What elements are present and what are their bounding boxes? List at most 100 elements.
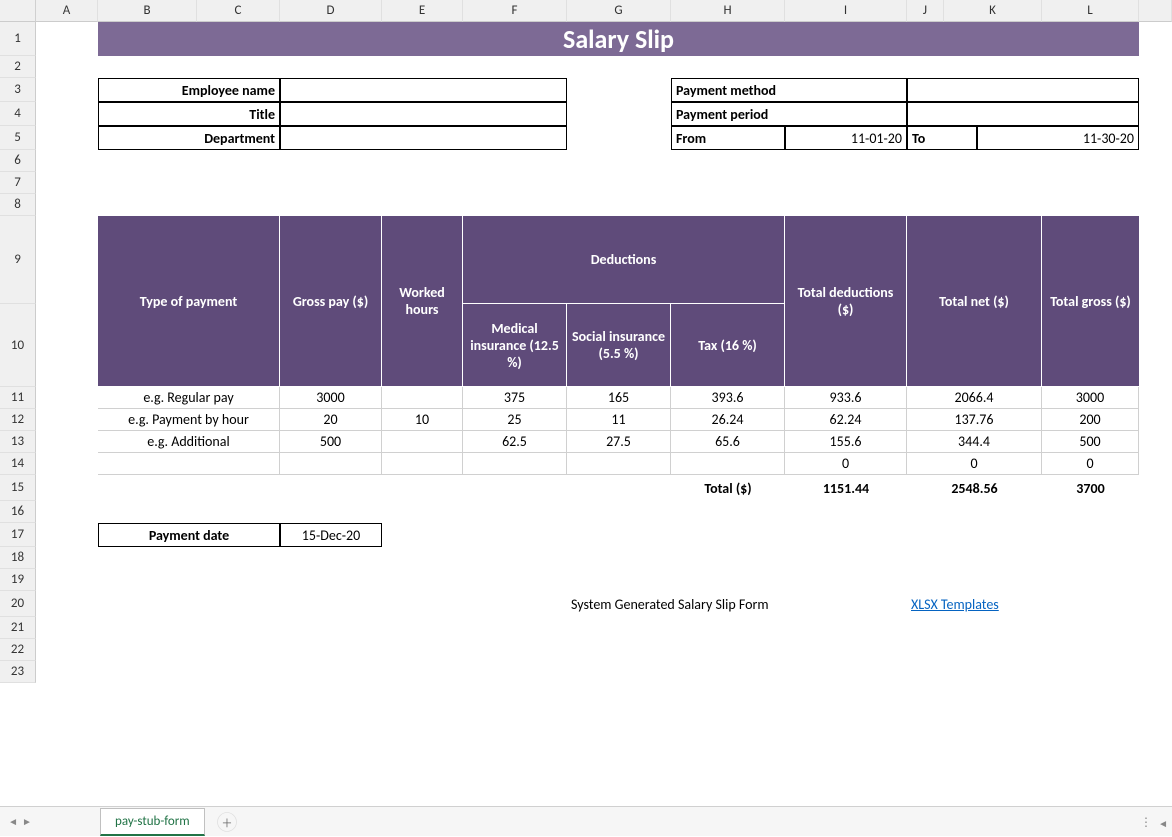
- row-header-5[interactable]: 5: [0, 126, 36, 150]
- col-header-G[interactable]: G: [567, 0, 671, 22]
- cell-type-row3[interactable]: e.g. Additional: [98, 431, 280, 453]
- row-header-15[interactable]: 15: [0, 475, 36, 501]
- cell-tax-row1[interactable]: 393.6: [671, 387, 785, 409]
- col-header-A[interactable]: A: [36, 0, 98, 22]
- row-header-23[interactable]: 23: [0, 661, 36, 683]
- tab-pay-stub-form[interactable]: pay-stub-form: [100, 808, 205, 836]
- cell-tded-row4[interactable]: 0: [785, 453, 907, 475]
- row-header-12[interactable]: 12: [0, 409, 36, 431]
- row-header-10[interactable]: 10: [0, 304, 36, 387]
- row-header-6[interactable]: 6: [0, 150, 36, 172]
- col-header-H[interactable]: H: [671, 0, 785, 22]
- cell-gross-row2[interactable]: 20: [280, 409, 382, 431]
- header-total-net: Total net ($): [907, 216, 1042, 387]
- employee-title-value[interactable]: [280, 102, 567, 126]
- cell-gross-row3[interactable]: 500: [280, 431, 382, 453]
- cell-tgross-row1[interactable]: 3000: [1042, 387, 1139, 409]
- cell-tnet-row1[interactable]: 2066.4: [907, 387, 1042, 409]
- row-header-3[interactable]: 3: [0, 78, 36, 102]
- cell-soc-row4[interactable]: [567, 453, 671, 475]
- cell-med-row4[interactable]: [463, 453, 567, 475]
- col-header-F[interactable]: F: [463, 0, 567, 22]
- row-header-16[interactable]: 16: [0, 501, 36, 523]
- cell-tnet-row4[interactable]: 0: [907, 453, 1042, 475]
- chevron-right-icon[interactable]: ►: [22, 815, 32, 828]
- payment-method-value[interactable]: [907, 78, 1139, 102]
- row-header-1[interactable]: 1: [0, 22, 36, 56]
- cell-soc-row2[interactable]: 11: [567, 409, 671, 431]
- from-value[interactable]: 11-01-20: [785, 126, 907, 150]
- employee-name-label: Employee name: [98, 78, 280, 102]
- cell-soc-row1[interactable]: 165: [567, 387, 671, 409]
- cell-type-row4[interactable]: [98, 453, 280, 475]
- total-gross: 3700: [1042, 475, 1139, 501]
- sheet-content[interactable]: Salary Slip Employee name Title Departme…: [36, 22, 1172, 806]
- total-label: Total ($): [671, 475, 785, 501]
- chevron-left-icon[interactable]: ◄: [8, 815, 18, 828]
- row-header-2[interactable]: 2: [0, 56, 36, 78]
- header-medical: Medical insurance (12.5 %): [463, 304, 567, 387]
- cell-tax-row2[interactable]: 26.24: [671, 409, 785, 431]
- col-header-E[interactable]: E: [382, 0, 463, 22]
- row-header-19[interactable]: 19: [0, 569, 36, 591]
- cell-tded-row1[interactable]: 933.6: [785, 387, 907, 409]
- cell-type-row2[interactable]: e.g. Payment by hour: [98, 409, 280, 431]
- row-header-7[interactable]: 7: [0, 172, 36, 194]
- employee-dept-value[interactable]: [280, 126, 567, 150]
- row-header-13[interactable]: 13: [0, 431, 36, 453]
- cell-type-row1[interactable]: e.g. Regular pay: [98, 387, 280, 409]
- row-header-9[interactable]: 9: [0, 216, 36, 304]
- add-sheet-button[interactable]: ＋: [217, 812, 237, 832]
- to-label: To: [907, 126, 977, 150]
- row-header-18[interactable]: 18: [0, 547, 36, 569]
- payment-period-label: Payment period: [671, 102, 907, 126]
- cell-hours-row4[interactable]: [382, 453, 463, 475]
- col-header-K[interactable]: K: [944, 0, 1042, 22]
- col-header-partial[interactable]: [1139, 0, 1172, 22]
- col-header-D[interactable]: D: [280, 0, 382, 22]
- cell-soc-row3[interactable]: 27.5: [567, 431, 671, 453]
- employee-name-value[interactable]: [280, 78, 567, 102]
- col-header-J[interactable]: J: [907, 0, 944, 22]
- scroll-right-icon[interactable]: ◄: [1158, 817, 1168, 830]
- cell-med-row1[interactable]: 375: [463, 387, 567, 409]
- row-header-20[interactable]: 20: [0, 591, 36, 617]
- cell-tgross-row4[interactable]: 0: [1042, 453, 1139, 475]
- col-header-I[interactable]: I: [785, 0, 907, 22]
- cell-tax-row4[interactable]: [671, 453, 785, 475]
- cell-hours-row1[interactable]: [382, 387, 463, 409]
- select-all-corner[interactable]: [0, 0, 36, 22]
- cell-gross-row4[interactable]: [280, 453, 382, 475]
- row-header-8[interactable]: 8: [0, 194, 36, 216]
- row-header-21[interactable]: 21: [0, 617, 36, 639]
- cell-tgross-row3[interactable]: 500: [1042, 431, 1139, 453]
- cell-tnet-row2[interactable]: 137.76: [907, 409, 1042, 431]
- total-ded: 1151.44: [785, 475, 907, 501]
- col-header-L[interactable]: L: [1042, 0, 1139, 22]
- cell-med-row2[interactable]: 25: [463, 409, 567, 431]
- col-header-C[interactable]: C: [197, 0, 280, 22]
- tab-scroll-buttons[interactable]: ◄ ►: [0, 807, 40, 837]
- cell-tded-row3[interactable]: 155.6: [785, 431, 907, 453]
- cell-tgross-row2[interactable]: 200: [1042, 409, 1139, 431]
- row-header-14[interactable]: 14: [0, 453, 36, 475]
- cell-hours-row3[interactable]: [382, 431, 463, 453]
- to-value[interactable]: 11-30-20: [977, 126, 1139, 150]
- footer-link[interactable]: XLSX Templates: [907, 591, 1003, 617]
- cell-tax-row3[interactable]: 65.6: [671, 431, 785, 453]
- col-header-B[interactable]: B: [98, 0, 197, 22]
- cell-med-row3[interactable]: 62.5: [463, 431, 567, 453]
- header-gross-pay: Gross pay ($): [280, 216, 382, 387]
- cell-tnet-row3[interactable]: 344.4: [907, 431, 1042, 453]
- cell-hours-row2[interactable]: 10: [382, 409, 463, 431]
- header-total-ded: Total deductions ($): [785, 216, 907, 387]
- row-header-11[interactable]: 11: [0, 387, 36, 409]
- cell-gross-row1[interactable]: 3000: [280, 387, 382, 409]
- payment-period-value[interactable]: [907, 102, 1139, 126]
- row-header-17[interactable]: 17: [0, 523, 36, 547]
- cell-tded-row2[interactable]: 62.24: [785, 409, 907, 431]
- row-header-22[interactable]: 22: [0, 639, 36, 661]
- row-header-4[interactable]: 4: [0, 102, 36, 126]
- payment-date-value[interactable]: 15-Dec-20: [280, 523, 382, 547]
- tab-options-icon[interactable]: ⋮: [1140, 815, 1154, 830]
